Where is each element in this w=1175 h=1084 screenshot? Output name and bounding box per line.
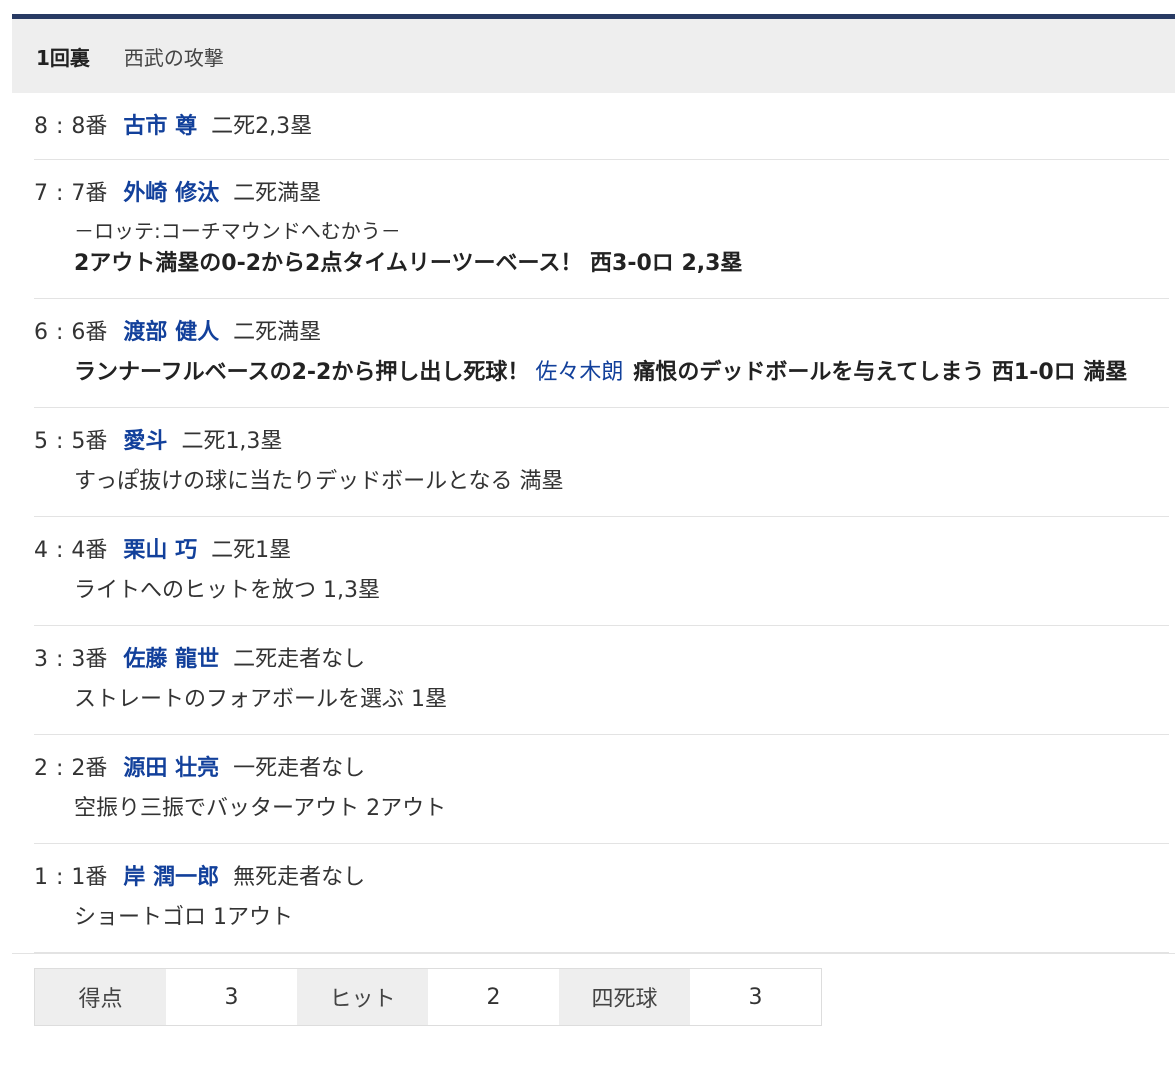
play-description: 空振り三振でバッターアウト 2アウト: [74, 796, 447, 821]
base-situation: 二死満塁: [233, 181, 322, 206]
play-description-part: ランナーフルベースの2-2から押し出し死球！: [74, 360, 530, 385]
play-number: 5: [34, 429, 48, 454]
batting-order: 3番: [71, 647, 108, 672]
batting-order: 2番: [71, 756, 108, 781]
walks-value: 3: [748, 984, 763, 1010]
play-number: 2: [34, 756, 48, 781]
play-list: 8:8番 古市 尊二死2,3塁 7:7番 外崎 修汰 二死満塁 －ロッテ:コーチマウンドへ…: [34, 93, 1169, 953]
runs-value: 3: [224, 984, 239, 1010]
batter-name-link[interactable]: 外崎 修汰: [123, 180, 219, 208]
play-note: －ロッテ:コーチマウンドへむかう－: [74, 219, 401, 243]
play-row: 7:7番 外崎 修汰 二死満塁 －ロッテ:コーチマウンドへむかう－ 2アウト満塁の0-2…: [34, 160, 1169, 299]
play-row: 4:4番 栗山 巧二死1塁ライトへのヒットを放つ 1,3塁: [34, 517, 1169, 626]
play-separator: :: [56, 865, 64, 890]
play-separator: :: [56, 538, 64, 563]
batter-name-link[interactable]: 渡部 健人: [123, 319, 219, 347]
inning-summary-table: 得点 3 ヒット 2 四死球 3: [34, 968, 822, 1026]
batting-order: 8番: [71, 114, 108, 139]
play-head: 5:5番 愛斗 二死1,3塁: [34, 428, 1169, 456]
play-row: 5:5番 愛斗 二死1,3塁すっぽ抜けの球に当たりデッドボールとなる 満塁: [34, 408, 1169, 517]
batter-name-link[interactable]: 岸 潤一郎: [123, 864, 219, 892]
play-number: 4: [34, 538, 48, 563]
play-separator: :: [56, 181, 64, 206]
base-situation: 二死1塁: [211, 538, 292, 563]
play-number: 8: [34, 114, 48, 139]
batter-name-link[interactable]: 古市 尊: [123, 113, 197, 141]
batting-order: 4番: [71, 538, 108, 563]
base-situation: 一死走者なし: [233, 756, 366, 781]
play-head: 2:2番 源田 壮亮 一死走者なし: [34, 755, 1169, 783]
base-situation: 二死2,3塁: [211, 114, 313, 139]
summary-section: 得点 3 ヒット 2 四死球 3: [12, 953, 1175, 1026]
base-situation: 二死走者なし: [233, 647, 366, 672]
play-head: 6:6番 渡部 健人 二死満塁: [34, 319, 1169, 347]
walks-label: 四死球: [559, 969, 690, 1025]
play-row: 1:1番岸 潤一郎 無死走者なしショートゴロ 1アウト: [34, 844, 1169, 953]
play-number: 3: [34, 647, 48, 672]
play-number: 7: [34, 181, 48, 206]
play-row: 3:3番 佐藤 龍世 二死走者なしストレートのフォアボールを選ぶ 1塁: [34, 626, 1169, 735]
play-row: 8:8番 古市 尊二死2,3塁: [34, 93, 1169, 160]
play-separator: :: [56, 756, 64, 781]
inning-label: 1回裏: [36, 45, 90, 70]
play-head: 7:7番 外崎 修汰 二死満塁: [34, 180, 1169, 208]
batter-name-link[interactable]: 愛斗: [123, 428, 167, 456]
play-head: 4:4番 栗山 巧二死1塁: [34, 537, 1169, 565]
play-row: 6:6番 渡部 健人 二死満塁ランナーフルベースの2-2から押し出し死球！ 佐々木朗痛…: [34, 299, 1169, 408]
play-separator: :: [56, 429, 64, 454]
play-description: ショートゴロ 1アウト: [74, 905, 293, 930]
base-situation: 二死1,3塁: [181, 429, 283, 454]
batting-order: 1番: [71, 865, 108, 890]
batter-name-link[interactable]: 佐藤 龍世: [123, 646, 219, 674]
play-description: ストレートのフォアボールを選ぶ 1塁: [74, 687, 447, 712]
play-number: 6: [34, 320, 48, 345]
pitcher-name-link[interactable]: 佐々木朗: [535, 360, 623, 385]
batting-order: 7番: [71, 181, 108, 206]
play-description-part: 痛恨のデッドボールを与えてしまう 西1-0ロ 満塁: [633, 360, 1128, 385]
play-head: 3:3番 佐藤 龍世 二死走者なし: [34, 646, 1169, 674]
play-head: 8:8番 古市 尊二死2,3塁: [34, 113, 1169, 141]
batter-name-link[interactable]: 源田 壮亮: [123, 755, 219, 783]
runs-label: 得点: [35, 969, 166, 1025]
inning-panel: 1回裏 西武の攻撃 8:8番 古市 尊二死2,3塁 7:7番 外崎 修汰 二死満塁 －ロッ…: [12, 14, 1175, 1026]
batting-order: 5番: [71, 429, 108, 454]
hits-value: 2: [486, 984, 501, 1010]
play-head: 1:1番岸 潤一郎 無死走者なし: [34, 864, 1169, 892]
base-situation: 無死走者なし: [233, 865, 366, 890]
play-description: ランナーフルベースの2-2から押し出し死球！ 佐々木朗 痛恨のデッドボールを与えてし…: [74, 357, 1169, 389]
play-description: ライトへのヒットを放つ 1,3塁: [74, 578, 380, 603]
play-description: 2アウト満塁の0-2から2点タイムリーツーベース！ 西3-0ロ 2,3塁: [74, 251, 743, 276]
batting-order: 6番: [71, 320, 108, 345]
play-separator: :: [56, 647, 64, 672]
base-situation: 二死満塁: [233, 320, 322, 345]
play-separator: :: [56, 320, 64, 345]
hits-label: ヒット: [297, 969, 428, 1025]
play-description: すっぽ抜けの球に当たりデッドボールとなる 満塁: [74, 469, 564, 494]
play-separator: :: [56, 114, 64, 139]
play-number: 1: [34, 865, 48, 890]
inning-header: 1回裏 西武の攻撃: [12, 19, 1175, 93]
batter-name-link[interactable]: 栗山 巧: [123, 537, 197, 565]
play-row: 2:2番 源田 壮亮 一死走者なし空振り三振でバッターアウト 2アウト: [34, 735, 1169, 844]
attack-label: 西武の攻撃: [123, 45, 224, 70]
